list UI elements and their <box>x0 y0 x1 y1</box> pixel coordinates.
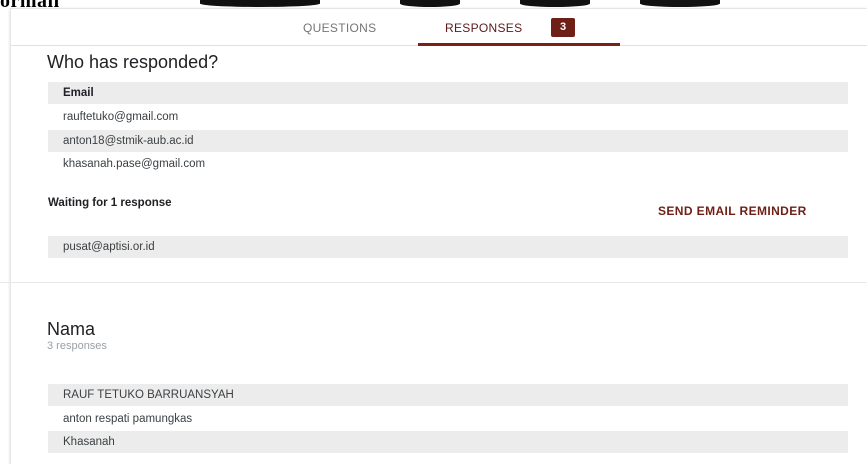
header-decoration <box>520 0 590 7</box>
responses-count-badge: 3 <box>551 18 575 37</box>
header-decoration <box>640 0 720 7</box>
tab-responses[interactable]: RESPONSES <box>445 21 522 35</box>
send-email-reminder-button[interactable]: SEND EMAIL REMINDER <box>658 204 807 218</box>
answer-row: Khasanah <box>48 431 848 453</box>
responder-email: khasanah.pase@gmail.com <box>63 158 206 170</box>
question-title: Nama <box>47 319 96 339</box>
answer-row: anton respati pamungkas <box>63 413 193 425</box>
answer-row: RAUF TETUKO BARRUANSYAH <box>48 384 848 406</box>
email-column-header: Email <box>48 82 848 104</box>
tab-questions[interactable]: QUESTIONS <box>303 21 376 35</box>
responders-title: Who has responded? <box>47 52 219 72</box>
active-tab-indicator <box>418 43 620 46</box>
tab-bar: QUESTIONS RESPONSES 3 <box>11 9 867 46</box>
section-divider <box>0 282 867 283</box>
waiting-label: Waiting for 1 response <box>48 197 172 209</box>
pending-email: pusat@aptisi.or.id <box>48 236 848 258</box>
header-decoration <box>200 0 320 7</box>
header-decoration <box>400 0 460 7</box>
response-count: 3 responses <box>47 340 107 352</box>
responder-email: anton18@stmik-aub.ac.id <box>48 130 848 152</box>
responder-email: rauftetuko@gmail.com <box>63 111 179 123</box>
